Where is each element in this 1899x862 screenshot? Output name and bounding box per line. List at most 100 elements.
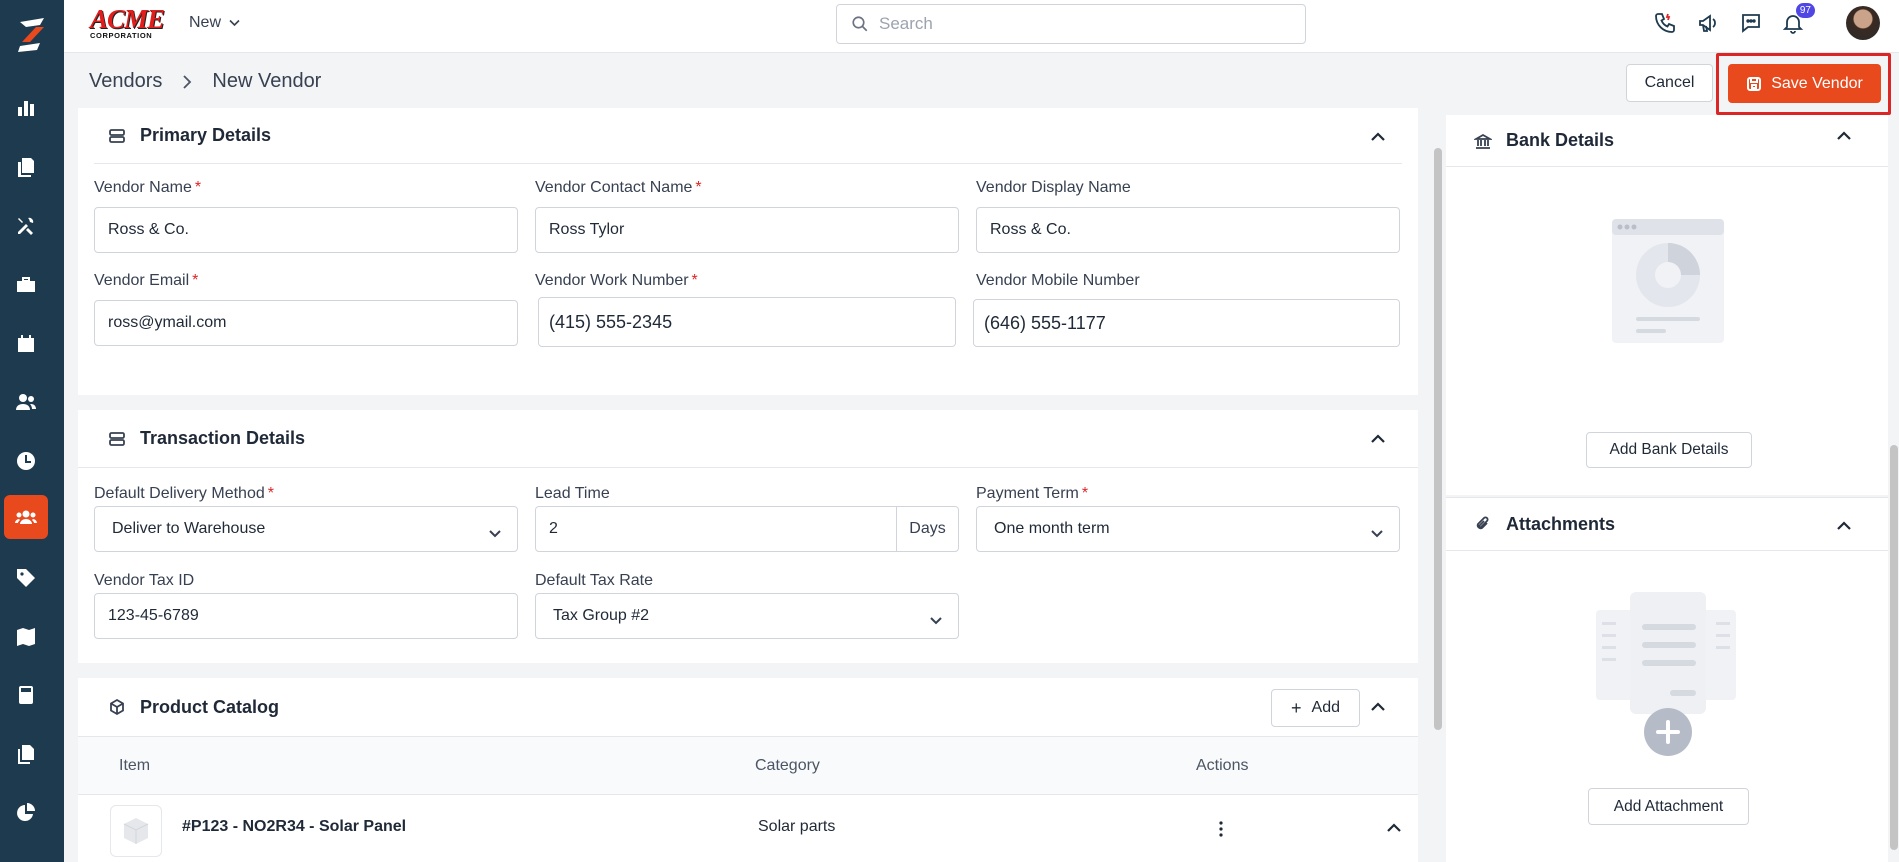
add-product-button[interactable]: + Add xyxy=(1271,689,1360,727)
display-name-label: Vendor Display Name xyxy=(976,179,1131,196)
display-name-field[interactable]: Ross & Co. xyxy=(976,207,1400,253)
app-logo-icon[interactable] xyxy=(0,0,64,64)
row-collapse-chevron-up-icon[interactable] xyxy=(1386,821,1402,833)
documents-icon[interactable] xyxy=(4,145,48,189)
box-icon xyxy=(108,698,126,716)
bank-icon xyxy=(1472,132,1494,150)
vendor-name-field[interactable]: Ross & Co. xyxy=(94,207,518,253)
column-header-item: Item xyxy=(119,757,151,774)
map-icon[interactable] xyxy=(4,615,48,659)
more-actions-icon[interactable] xyxy=(1218,820,1224,838)
tools-icon[interactable] xyxy=(4,204,48,248)
mobile-number-label: Vendor Mobile Number xyxy=(976,272,1140,289)
collapse-chevron-up-icon[interactable] xyxy=(1836,129,1852,141)
search-placeholder: Search xyxy=(879,14,933,33)
save-icon xyxy=(1747,76,1762,91)
calendar-icon[interactable] xyxy=(4,322,48,366)
calculator-icon[interactable] xyxy=(4,673,48,717)
breadcrumb: Vendors New Vendor xyxy=(89,70,321,93)
work-number-label: Vendor Work Number * xyxy=(535,272,698,289)
attachments-empty-illustration xyxy=(1596,592,1736,762)
chevron-down-icon xyxy=(1371,525,1383,538)
page-title: New Vendor xyxy=(212,70,322,92)
add-product-label: Add xyxy=(1311,699,1340,716)
tax-rate-label: Default Tax Rate xyxy=(535,572,653,589)
section-title: Bank Details xyxy=(1506,130,1615,150)
add-attachment-button[interactable]: Add Attachment xyxy=(1588,788,1749,825)
section-title: Attachments xyxy=(1506,513,1616,534)
list-icon xyxy=(108,430,126,448)
email-field[interactable]: ross@ymail.com xyxy=(94,300,518,346)
collapse-chevron-up-icon[interactable] xyxy=(1370,130,1386,142)
paperclip-icon xyxy=(1474,515,1492,533)
tax-id-label: Vendor Tax ID xyxy=(94,572,195,589)
payment-term-value: One month term xyxy=(994,520,1110,537)
attachments-card: Attachments Add Attachment xyxy=(1446,497,1888,862)
section-title: Primary Details xyxy=(140,125,272,145)
new-menu-button[interactable]: New xyxy=(189,14,240,32)
briefcase-icon[interactable] xyxy=(4,263,48,307)
side-panel-scrollbar-thumb[interactable] xyxy=(1890,445,1898,850)
avatar[interactable] xyxy=(1846,6,1880,40)
collapse-chevron-up-icon[interactable] xyxy=(1370,432,1386,444)
delivery-method-select[interactable]: Deliver to Warehouse xyxy=(94,506,518,552)
payment-term-label: Payment Term * xyxy=(976,485,1089,502)
top-bar: ACME CORPORATION New Search 97 xyxy=(64,0,1899,53)
chevron-down-icon xyxy=(229,19,240,27)
search-icon xyxy=(852,16,868,32)
section-title: Transaction Details xyxy=(140,428,306,448)
work-number-field[interactable]: (415) 555-2345 xyxy=(538,297,956,347)
column-header-category: Category xyxy=(755,757,820,774)
sidebar xyxy=(0,0,64,862)
vendors-icon[interactable] xyxy=(4,495,48,539)
cancel-button[interactable]: Cancel xyxy=(1626,64,1713,102)
mobile-number-field[interactable]: (646) 555-1177 xyxy=(973,299,1400,347)
chat-icon[interactable] xyxy=(1737,9,1765,37)
contact-name-field[interactable]: Ross Tylor xyxy=(535,207,959,253)
email-label: Vendor Email * xyxy=(94,272,199,289)
lead-time-value: 2 xyxy=(549,520,558,537)
notification-badge: 97 xyxy=(1795,3,1815,18)
vendor-name-label: Vendor Name * xyxy=(94,179,202,196)
lead-time-unit: Days xyxy=(896,507,958,551)
collapse-chevron-up-icon[interactable] xyxy=(1836,519,1852,531)
tax-id-field[interactable]: 123-45-6789 xyxy=(94,593,518,639)
pie-chart-icon[interactable] xyxy=(4,791,48,835)
tax-rate-select[interactable]: Tax Group #2 xyxy=(535,593,959,639)
users-icon[interactable] xyxy=(4,380,48,424)
new-menu-label: New xyxy=(189,14,222,31)
megaphone-icon[interactable] xyxy=(1695,9,1723,37)
brand-name: ACME xyxy=(90,4,165,34)
product-thumbnail xyxy=(110,805,162,857)
lead-time-label: Lead Time xyxy=(535,485,610,502)
collapse-chevron-up-icon[interactable] xyxy=(1370,700,1386,712)
files-icon[interactable] xyxy=(4,732,48,776)
lead-time-field[interactable]: 2 Days xyxy=(535,506,959,552)
delivery-method-label: Default Delivery Method * xyxy=(94,485,274,502)
clock-icon[interactable] xyxy=(4,439,48,483)
product-category: Solar parts xyxy=(758,818,836,835)
bell-icon[interactable]: 97 xyxy=(1779,3,1815,37)
phone-icon[interactable] xyxy=(1651,9,1679,37)
bank-empty-illustration xyxy=(1608,213,1728,353)
chevron-down-icon xyxy=(489,525,501,538)
search-input[interactable]: Search xyxy=(836,4,1306,44)
tax-rate-value: Tax Group #2 xyxy=(553,607,650,624)
list-icon xyxy=(108,127,126,145)
chevron-right-icon xyxy=(183,74,192,89)
save-vendor-button[interactable]: Save Vendor xyxy=(1728,64,1881,103)
chevron-down-icon xyxy=(930,612,942,625)
product-item-name[interactable]: #P123 - NO2R34 - Solar Panel xyxy=(182,818,406,836)
column-header-actions: Actions xyxy=(1196,757,1249,774)
tag-icon[interactable] xyxy=(4,556,48,600)
payment-term-select[interactable]: One month term xyxy=(976,506,1400,552)
section-title: Product Catalog xyxy=(140,696,280,717)
contact-name-label: Vendor Contact Name * xyxy=(535,179,702,196)
breadcrumb-vendors-link[interactable]: Vendors xyxy=(89,70,162,93)
plus-icon: + xyxy=(1291,698,1302,718)
main-scrollbar-thumb[interactable] xyxy=(1434,148,1442,730)
bank-details-card: Bank Details Add Bank Details xyxy=(1446,115,1888,495)
dashboard-chart-icon[interactable] xyxy=(4,85,48,129)
add-bank-details-button[interactable]: Add Bank Details xyxy=(1586,432,1752,468)
company-logo[interactable]: ACME CORPORATION xyxy=(90,4,168,41)
